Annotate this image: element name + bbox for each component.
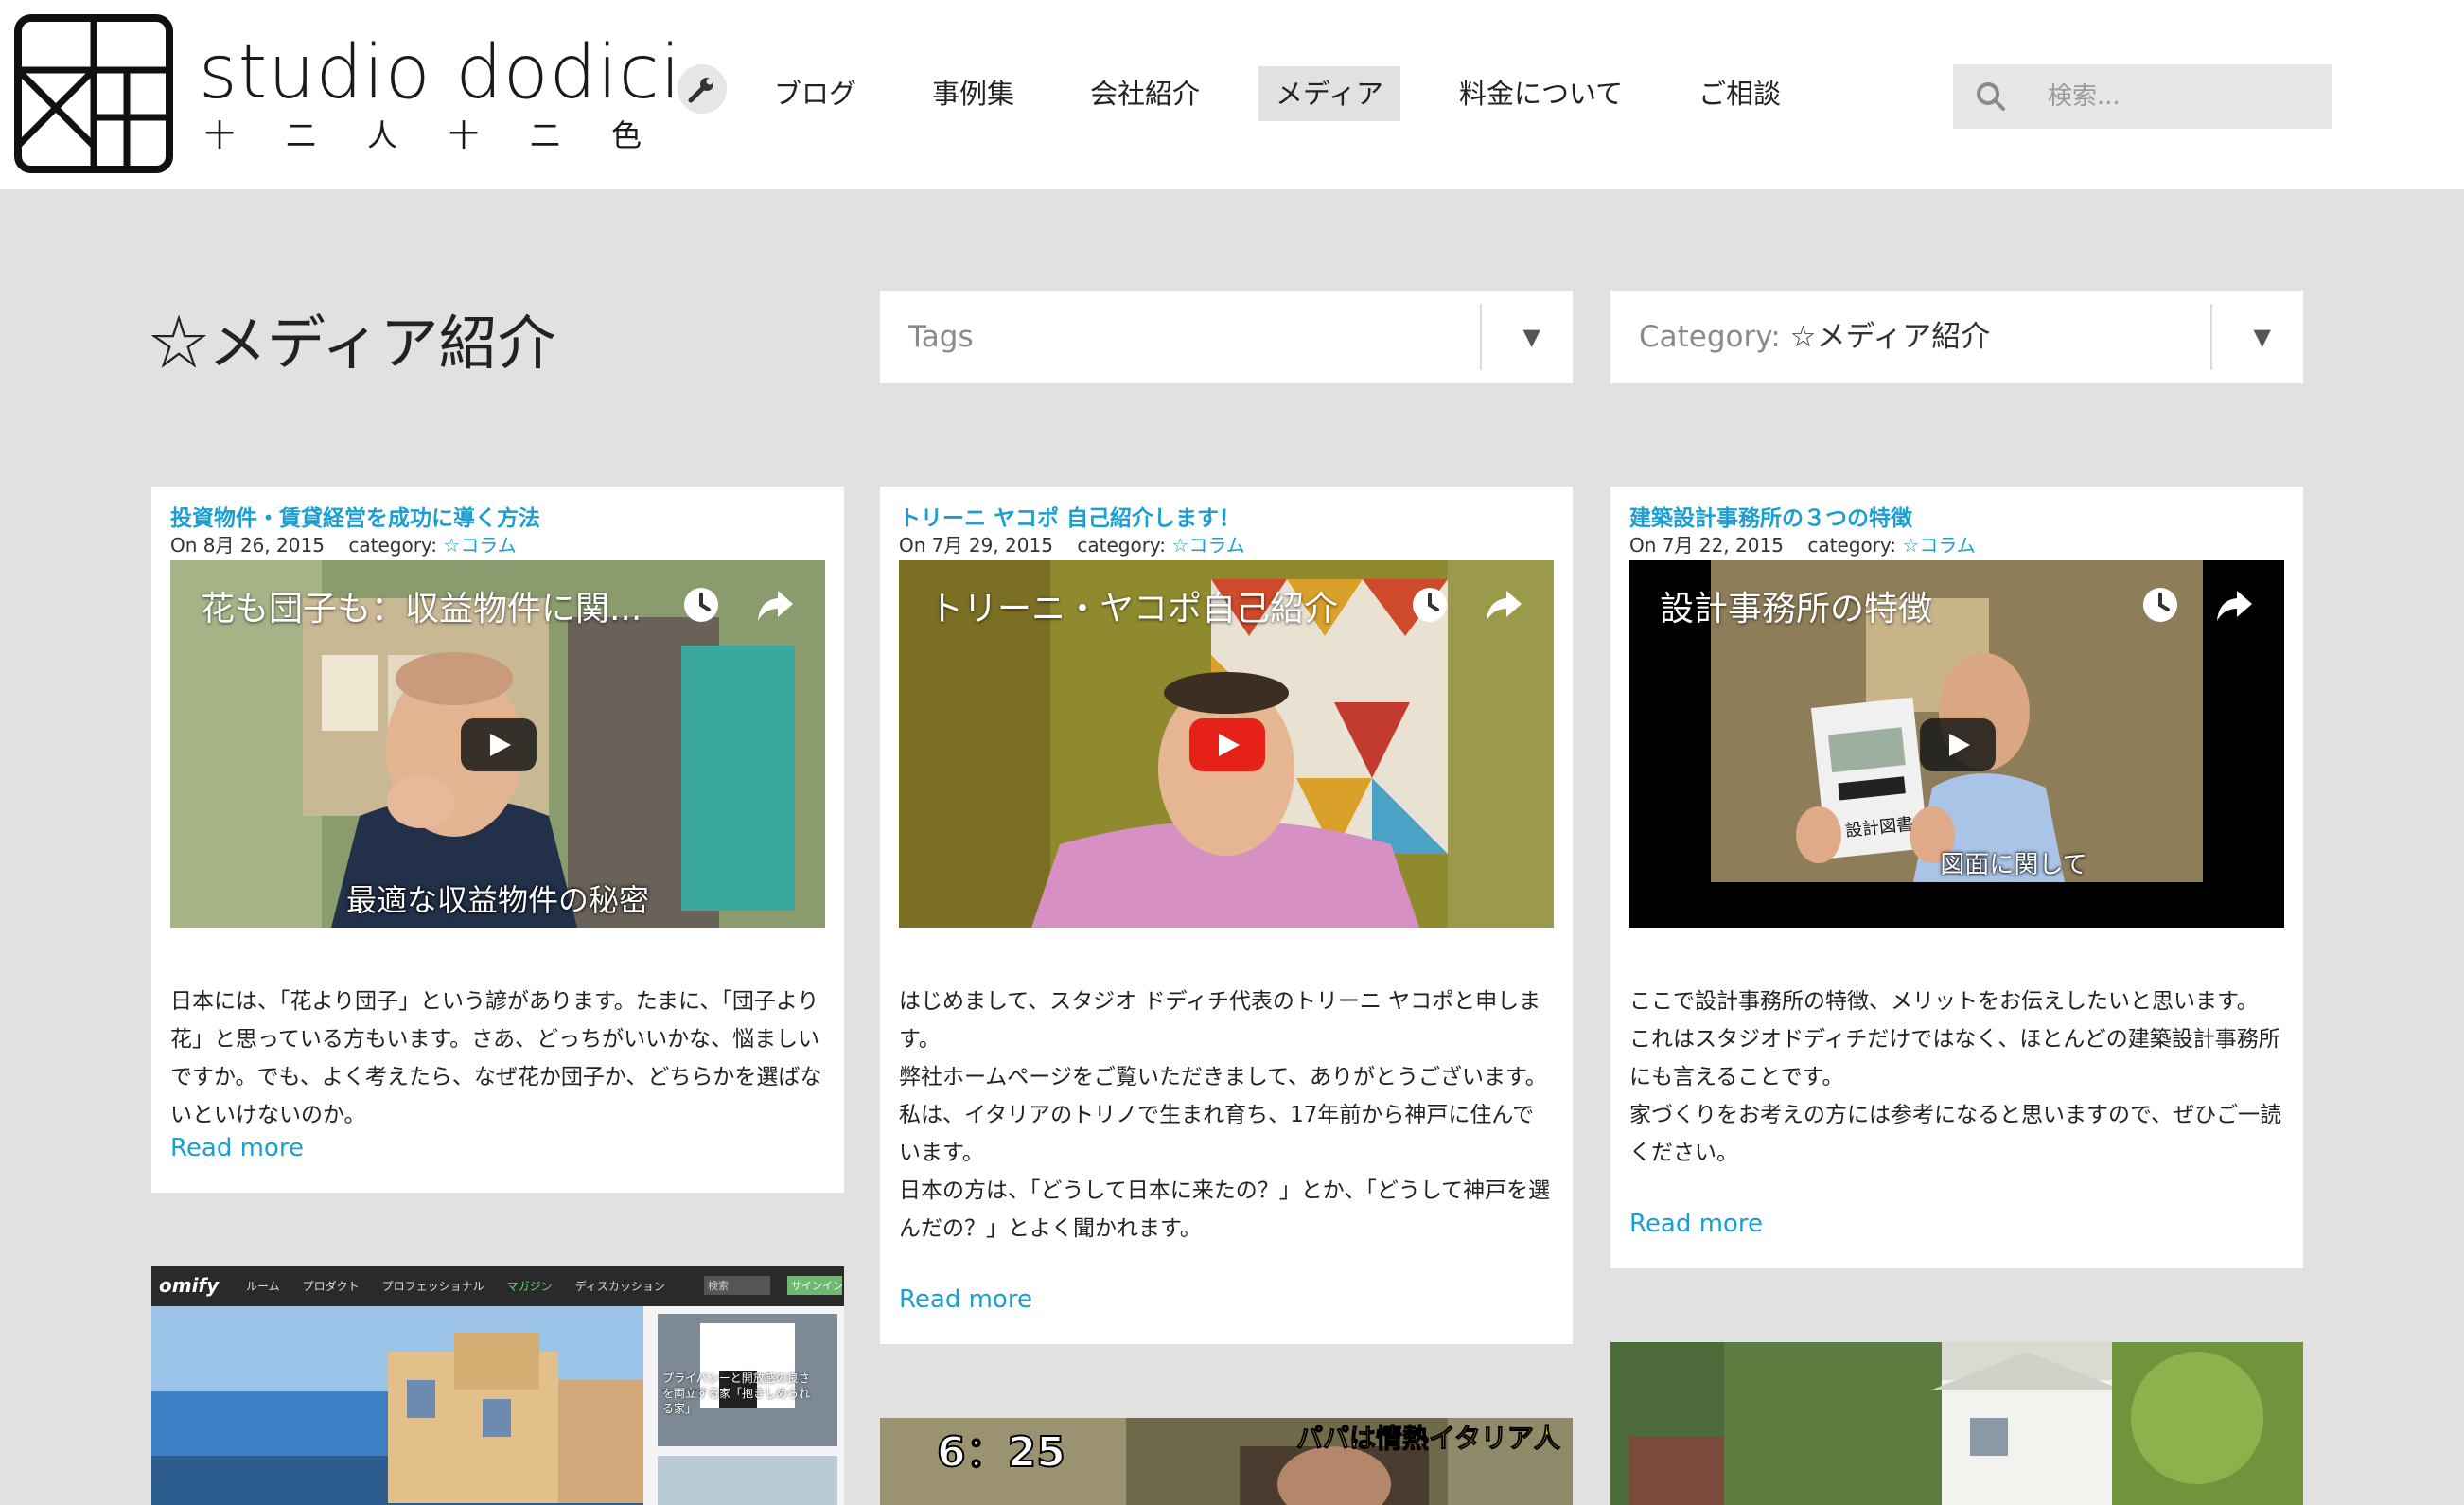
category-select[interactable]: Category: ☆メディア紹介 ▼ — [1610, 291, 2303, 383]
post-card: トリーニ ヤコポ 自己紹介します！ On 7月 29, 2015 categor… — [880, 487, 1573, 1344]
homify-nav-item: マガジン — [506, 1280, 553, 1293]
post-category-label: category: — [1807, 534, 1903, 557]
nav-item-company[interactable]: 会社紹介 — [1073, 66, 1217, 121]
play-button-icon[interactable] — [1920, 718, 1996, 771]
post-title[interactable]: トリーニ ヤコポ 自己紹介します！ — [899, 500, 1241, 532]
excerpt-paragraph: ここで設計事務所の特徴、メリットをお伝えしたいと思います。 — [1629, 989, 2259, 1014]
tv-time: 6：25 — [936, 1427, 1066, 1478]
studio-dodici-logo[interactable] — [13, 13, 174, 174]
post-category-label: category: — [348, 534, 444, 557]
tags-select-label: Tags — [908, 320, 974, 354]
post-title[interactable]: 投資物件・賃貸経営を成功に導く方法 — [170, 500, 540, 532]
main-nav: ブログ 事例集 会社紹介 メディア 料金について ご相談 — [757, 66, 1839, 121]
dropdown-arrow-icon: ▼ — [2253, 324, 2271, 350]
post-category-label: category: — [1077, 534, 1172, 557]
search-icon[interactable] — [1974, 80, 2008, 114]
video-controls — [1410, 585, 1523, 625]
nav-item-blog[interactable]: ブログ — [757, 66, 873, 121]
excerpt-paragraph: これはスタジオドディチだけではなく、ほとんどの建築設計事務所にも言えることです。 — [1629, 1027, 2280, 1089]
read-more-link[interactable]: Read more — [899, 1285, 1032, 1314]
post-category-link[interactable]: ☆コラム — [1171, 534, 1244, 557]
play-button-icon[interactable] — [461, 718, 537, 771]
video-title: トリーニ・ヤコポ自己紹介 — [929, 590, 1339, 629]
video-title: 花も団子も：収益物件に関... — [201, 590, 642, 629]
homify-nav-item: ディスカッション — [574, 1280, 665, 1293]
nav-item-pricing[interactable]: 料金について — [1442, 66, 1640, 121]
post-thumbnail-tv[interactable]: 6：25 パパは情熱イタリア人 — [880, 1418, 1573, 1505]
homify-nav: ルーム プロダクト プロフェッショナル マガジン ディスカッション — [246, 1278, 665, 1294]
video-caption: 図面に関して — [1940, 851, 2087, 879]
share-icon[interactable] — [1484, 585, 1523, 625]
homify-side-caption: プライバシーと開放感の良さを両立する家「抱きしめられる家」 — [662, 1372, 811, 1415]
excerpt-paragraph: 日本には、「花より団子」という諺があります。たまに、「団子より花」と思っている方… — [170, 989, 822, 1127]
video-embed[interactable]: 花も団子も：収益物件に関... 最適な収益物件の秘密 — [170, 560, 825, 928]
nav-item-media[interactable]: メディア — [1258, 66, 1401, 121]
page-title: ☆メディア紹介 — [150, 309, 556, 378]
category-select-label: Category: ☆メディア紹介 — [1639, 291, 1990, 383]
category-value: ☆メディア紹介 — [1789, 320, 1991, 354]
video-controls — [2140, 585, 2254, 625]
homify-nav-item: プロフェッショナル — [381, 1280, 484, 1293]
nav-item-cases[interactable]: 事例集 — [915, 66, 1031, 121]
post-date: On 7月 29, 2015 — [899, 534, 1053, 557]
video-embed[interactable]: トリーニ・ヤコポ自己紹介 — [899, 560, 1554, 928]
homify-search: 検索 — [704, 1276, 770, 1295]
video-controls — [681, 585, 795, 625]
homify-nav-item: プロダクト — [302, 1280, 360, 1293]
select-divider — [2210, 304, 2212, 370]
post-date: On 7月 22, 2015 — [1629, 534, 1784, 557]
category-prefix: Category: — [1639, 320, 1790, 354]
nav-item-consult[interactable]: ご相談 — [1681, 66, 1798, 121]
site-header: studio dodici 十二人十二色 ブログ 事例集 会社紹介 メディア 料… — [0, 0, 2464, 189]
homify-nav-item: ルーム — [246, 1280, 280, 1293]
excerpt-paragraph: 弊社ホームページをご覧いただきまして、ありがとうございます。 — [899, 1065, 1547, 1089]
wrench-icon[interactable] — [678, 64, 727, 114]
search-box — [1953, 64, 2332, 129]
post-excerpt: ここで設計事務所の特徴、メリットをお伝えしたいと思います。 これはスタジオドディ… — [1629, 983, 2282, 1172]
post-card: 投資物件・賃貸経営を成功に導く方法 On 8月 26, 2015 categor… — [151, 487, 844, 1193]
share-icon[interactable] — [755, 585, 795, 625]
tv-caption: パパは情熱イタリア人 — [1296, 1423, 1561, 1455]
post-meta: On 7月 22, 2015 category: ☆コラム — [1629, 530, 1976, 558]
post-card: 建築設計事務所の３つの特徴 On 7月 22, 2015 category: ☆… — [1610, 487, 2303, 1268]
share-icon[interactable] — [2214, 585, 2254, 625]
read-more-link[interactable]: Read more — [1629, 1210, 1763, 1238]
watch-later-icon[interactable] — [2140, 585, 2180, 625]
play-button-icon[interactable] — [1189, 718, 1265, 771]
video-caption: 最適な収益物件の秘密 — [345, 882, 649, 918]
brand-name[interactable]: studio dodici — [199, 30, 681, 115]
post-meta: On 7月 29, 2015 category: ☆コラム — [899, 530, 1245, 558]
brand-subtitle: 十二人十二色 — [204, 117, 694, 153]
tags-select[interactable]: Tags ▼ — [880, 291, 1573, 383]
post-excerpt: 日本には、「花より団子」という諺があります。たまに、「団子より花」と思っている方… — [170, 983, 823, 1134]
video-embed[interactable]: 設計事務所の特徴 設計図書 図面に関して — [1629, 560, 2284, 928]
watch-later-icon[interactable] — [1410, 585, 1450, 625]
post-thumbnail-house[interactable] — [1610, 1342, 2303, 1505]
post-excerpt: はじめまして、スタジオ ドディチ代表のトリーニ ヤコポと申します。 弊社ホームペ… — [899, 983, 1552, 1248]
read-more-link[interactable]: Read more — [170, 1134, 304, 1162]
watch-later-icon[interactable] — [681, 585, 721, 625]
homify-logo: omify — [159, 1274, 220, 1297]
excerpt-paragraph: 家づくりをお考えの方には参考になると思いますので、ぜひご一読ください。 — [1629, 1103, 2282, 1165]
excerpt-paragraph: 私は、イタリアのトリノで生まれ育ち、17年前から神戸に住んでいます。 — [899, 1103, 1535, 1165]
dropdown-arrow-icon: ▼ — [1522, 324, 1540, 350]
post-meta: On 8月 26, 2015 category: ☆コラム — [170, 530, 517, 558]
post-title[interactable]: 建築設計事務所の３つの特徴 — [1629, 500, 1912, 532]
post-category-link[interactable]: ☆コラム — [443, 534, 516, 557]
search-input[interactable] — [2048, 74, 2322, 119]
house-photo — [1610, 1342, 2303, 1505]
excerpt-paragraph: 日本の方は、「どうして日本に来たの？」とか、「どうして神戸を選んだの？」とよく聞… — [899, 1178, 1551, 1241]
select-divider — [1480, 304, 1482, 370]
post-date: On 8月 26, 2015 — [170, 534, 325, 557]
excerpt-paragraph: はじめまして、スタジオ ドディチ代表のトリーニ ヤコポと申します。 — [899, 989, 1541, 1052]
post-thumbnail-homify[interactable]: omify ルーム プロダクト プロフェッショナル マガジン ディスカッション … — [151, 1266, 844, 1505]
post-category-link[interactable]: ☆コラム — [1902, 534, 1975, 557]
video-title: 設計事務所の特徴 — [1660, 590, 1933, 629]
homify-signin: サインイン — [787, 1276, 843, 1295]
